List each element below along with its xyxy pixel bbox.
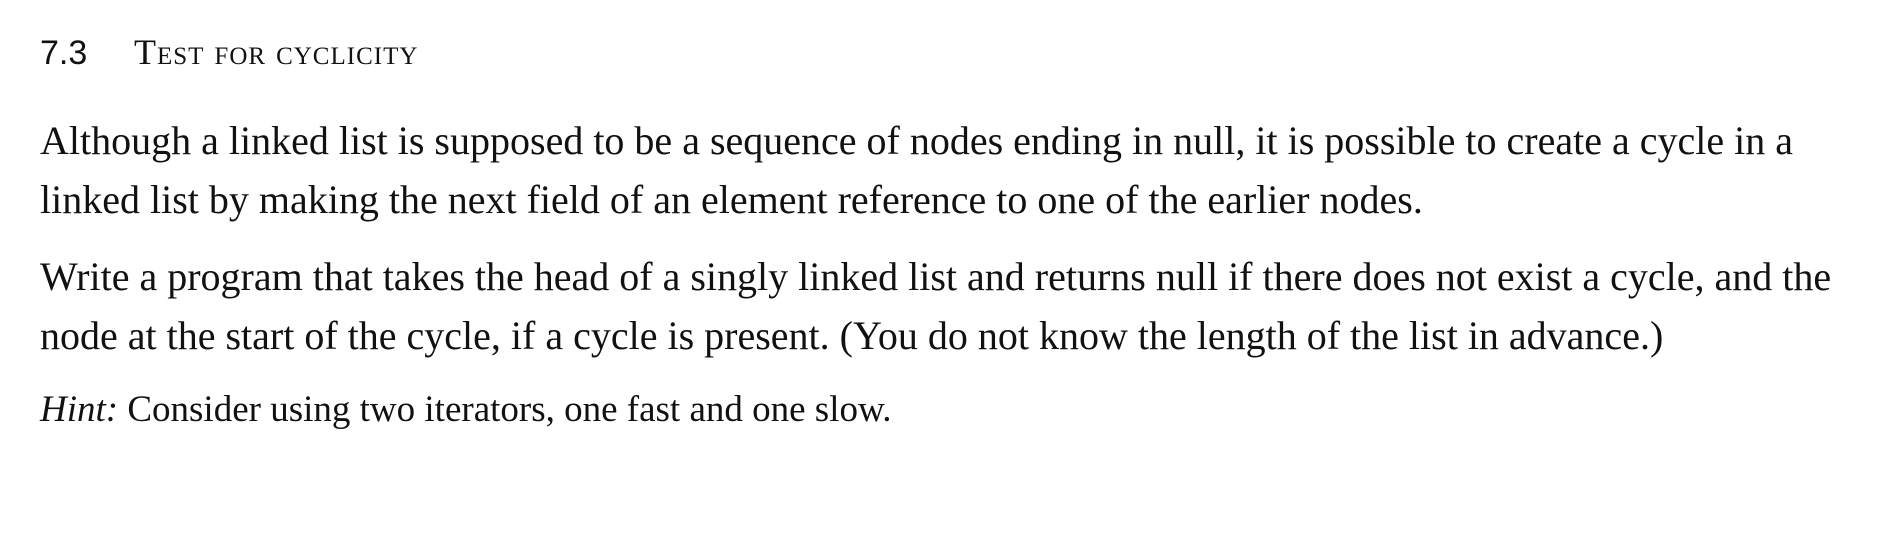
section-number: 7.3 xyxy=(40,34,88,72)
section-title: Test for cyclicity xyxy=(134,32,419,72)
document-page: 7.3 Test for cyclicity Although a linked… xyxy=(40,28,1840,437)
hint-paragraph: Hint: Consider using two iterators, one … xyxy=(40,383,1840,437)
section-heading: 7.3 Test for cyclicity xyxy=(40,28,1840,77)
hint-label: Hint: xyxy=(40,389,119,430)
intro-paragraph: Although a linked list is supposed to be… xyxy=(40,118,1793,222)
hint-text: Consider using two iterators, one fast a… xyxy=(118,389,892,430)
problem-statement-paragraph: Write a program that takes the head of a… xyxy=(40,254,1832,358)
